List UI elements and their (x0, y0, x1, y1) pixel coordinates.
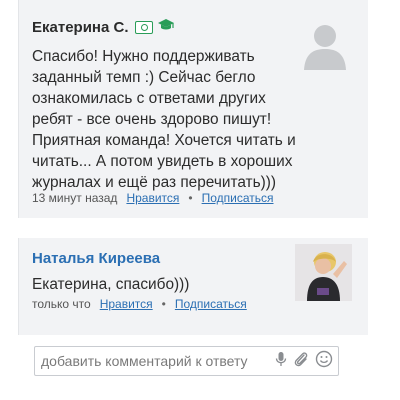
comment-card: Екатерина С. Спасибо! Нужно поддерживать… (18, 0, 368, 218)
comment-text: Спасибо! Нужно поддерживать заданный тем… (32, 48, 296, 191)
subscribe-link[interactable]: Подписаться (202, 191, 274, 205)
comment-card: Наталья Киреева Екатерина, спасибо))) то… (18, 238, 368, 335)
comment-input[interactable] (39, 352, 269, 370)
comment-text: Екатерина, спасибо))) (32, 276, 190, 293)
comment-meta: 13 минут назад Нравится • Подписаться (32, 191, 274, 205)
comment-time: 13 минут назад (32, 191, 118, 205)
comment-author: Екатерина С. (32, 18, 175, 36)
like-link[interactable]: Нравится (126, 191, 179, 205)
microphone-icon[interactable] (275, 351, 287, 372)
comment-meta: только что Нравится • Подписаться (32, 297, 247, 311)
comment-author: Наталья Киреева (32, 250, 160, 267)
graduation-cap-icon (157, 18, 175, 36)
comment-time: только что (32, 297, 91, 311)
user-photo (295, 244, 352, 301)
meta-separator: • (188, 191, 193, 205)
subscribe-link[interactable]: Подписаться (175, 297, 247, 311)
money-badge-icon (134, 20, 153, 34)
smiley-icon[interactable] (315, 350, 333, 373)
user-silhouette-icon (304, 25, 346, 70)
author-name[interactable]: Наталья Киреева (32, 250, 160, 267)
paperclip-icon[interactable] (293, 350, 309, 373)
like-link[interactable]: Нравится (100, 297, 153, 311)
meta-separator: • (161, 297, 166, 311)
author-name[interactable]: Екатерина С. (32, 19, 129, 36)
add-comment-box (34, 346, 339, 376)
avatar[interactable] (295, 244, 352, 301)
avatar[interactable] (297, 16, 353, 72)
